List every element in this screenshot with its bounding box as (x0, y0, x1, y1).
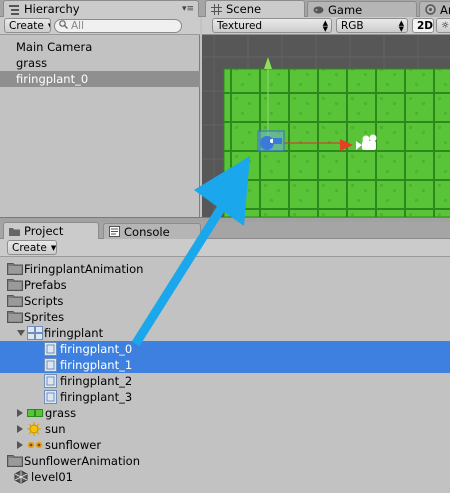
project-tree-item[interactable]: SunflowerAnimation (0, 453, 450, 469)
folder-icon (9, 226, 20, 237)
hierarchy-item[interactable]: grass (0, 55, 200, 71)
create-label: Create (9, 19, 44, 32)
animation-icon (425, 4, 436, 15)
project-tree-item[interactable]: firingplant (0, 325, 450, 341)
hierarchy-icon (9, 4, 20, 15)
collapse-right-icon[interactable] (17, 425, 23, 433)
project-tree-item[interactable]: Scripts (0, 293, 450, 309)
mode-2d-toggle[interactable]: 2D (412, 18, 434, 33)
sun-icon: ☼ (441, 20, 450, 31)
render-mode-dropdown[interactable]: Textured ▲ ▼ (212, 18, 332, 33)
tab-animation[interactable]: Anim (419, 1, 450, 17)
panel-menu-icon[interactable]: ▾≡ (182, 4, 194, 14)
color-mode-dropdown[interactable]: RGB ▲ ▼ (336, 18, 408, 33)
project-tree-item[interactable]: grass (0, 405, 450, 421)
collapse-right-icon[interactable] (17, 441, 23, 449)
project-tree-item-label: firingplant_0 (60, 342, 133, 356)
sunflower-sprite-icon (27, 438, 43, 454)
project-tree-item[interactable]: firingplant_1 (0, 357, 450, 373)
scene-canvas[interactable] (202, 35, 450, 217)
hierarchy-item[interactable]: Main Camera (0, 39, 200, 55)
scene-toolbar: Textured ▲ ▼ RGB ▲ ▼ 2D ☼ (202, 17, 450, 35)
tab-scene-label: Scene (226, 2, 262, 16)
hierarchy-create-button[interactable]: Create ▼ (4, 18, 51, 33)
color-mode-label: RGB (341, 19, 364, 32)
dropdown-arrow-icon: ▼ (48, 22, 50, 30)
tab-console-label: Console (124, 224, 170, 239)
tab-hierarchy-label: Hierarchy (24, 2, 80, 16)
project-tree: FiringplantAnimation Prefabs Scripts Sprite… (0, 257, 450, 493)
tab-console[interactable]: Console (103, 223, 201, 239)
unity-scene-icon (14, 470, 28, 488)
dropdown-arrow-icon: ▼ (50, 243, 57, 252)
tab-game[interactable]: Game (307, 1, 417, 17)
project-tree-item-label: sun (45, 422, 66, 436)
project-tree-item[interactable]: level01 (0, 469, 450, 485)
scene-lighting-toggle[interactable]: ☼ (436, 18, 450, 33)
bottom-tab-bar: Project Console (0, 222, 450, 239)
project-create-button[interactable]: Create ▼ (7, 240, 57, 255)
tab-project[interactable]: Project (3, 222, 99, 239)
hierarchy-toolbar: Create ▼ All (0, 17, 200, 35)
project-tree-item-label: Scripts (24, 294, 64, 308)
project-tree-item[interactable]: sun (0, 421, 450, 437)
project-tree-item-label: sunflower (45, 438, 102, 452)
create-label: Create (12, 241, 47, 254)
project-tree-item[interactable]: Sprites (0, 309, 450, 325)
grid-icon (211, 3, 222, 15)
search-icon (59, 20, 68, 32)
project-tree-item-label: firingplant_1 (60, 358, 133, 372)
game-controller-icon (313, 4, 324, 15)
hierarchy-panel: Create ▼ All Main Cameragrassfiringplant… (0, 17, 200, 217)
tab-scene[interactable]: Scene (205, 0, 305, 17)
scene-view[interactable]: Textured ▲ ▼ RGB ▲ ▼ 2D ☼ (202, 17, 450, 217)
project-tree-item-label: FiringplantAnimation (24, 262, 144, 276)
project-tree-item-label: SunflowerAnimation (24, 454, 140, 468)
project-tree-item-label: firingplant_3 (60, 390, 133, 404)
search-placeholder: All (71, 20, 85, 32)
console-icon (109, 226, 120, 237)
expand-down-icon[interactable] (17, 330, 25, 336)
updown-arrow-icon: ▲ ▼ (398, 18, 404, 33)
project-tree-item-label: grass (45, 406, 77, 420)
project-tree-item-label: Prefabs (24, 278, 67, 292)
project-tree-item[interactable]: firingplant_2 (0, 373, 450, 389)
hierarchy-search-input[interactable]: All (54, 19, 182, 33)
project-tree-item-label: level01 (31, 470, 73, 484)
tab-project-label: Project (24, 224, 64, 238)
project-tree-item-label: firingplant_2 (60, 374, 133, 388)
project-tree-item[interactable]: sunflower (0, 437, 450, 453)
tab-game-label: Game (328, 2, 363, 17)
project-tree-item[interactable]: firingplant_3 (0, 389, 450, 405)
render-mode-label: Textured (217, 19, 263, 32)
project-tree-item[interactable]: firingplant_0 (0, 341, 450, 357)
tab-animation-label: Anim (440, 2, 450, 17)
tab-hierarchy[interactable]: Hierarchy ▾≡ (3, 0, 199, 17)
project-tree-item-label: Sprites (24, 310, 65, 324)
project-tree-item[interactable]: FiringplantAnimation (0, 261, 450, 277)
hierarchy-item[interactable]: firingplant_0 (0, 71, 200, 87)
updown-arrow-icon: ▲ ▼ (322, 18, 328, 33)
collapse-right-icon[interactable] (17, 409, 23, 417)
project-tree-item-label: firingplant (44, 326, 104, 340)
project-toolbar: Create ▼ (0, 239, 450, 257)
mode-2d-label: 2D (417, 19, 434, 32)
top-tab-bar: Hierarchy ▾≡ Scene Game Anim (0, 0, 450, 17)
project-tree-item[interactable]: Prefabs (0, 277, 450, 293)
grass-sprite-icon (27, 406, 43, 422)
